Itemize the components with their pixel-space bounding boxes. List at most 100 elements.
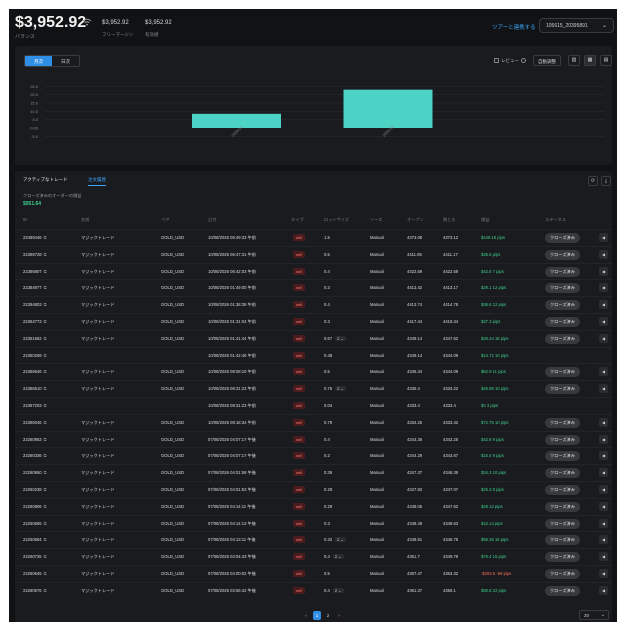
table-row[interactable]: 22386728 ⧉ マジックトレード GOLD_USD 10/08/2026 06:4… xyxy=(15,245,612,263)
row-action-icon[interactable]: ◀ xyxy=(599,552,608,562)
table-row[interactable]: 22260336 ⧉ マジックトレード GOLD_USD 07/08/2026 04:0… xyxy=(15,447,612,464)
col-status[interactable]: ステータス xyxy=(545,217,566,223)
row-action-icon[interactable]: ◀ xyxy=(599,569,608,578)
period-monthly-button[interactable]: 月次 xyxy=(25,56,52,66)
lot-stepper[interactable]: 2 ⌄ xyxy=(332,554,344,560)
row-action-icon[interactable]: ◀ xyxy=(599,367,608,377)
row-action-icon[interactable]: ◀ xyxy=(599,535,608,545)
copy-icon[interactable]: ⧉ xyxy=(44,353,47,358)
table-row[interactable]: 22386046 ⧉ マジックトレード GOLD_USD 10/08/2026 08:1… xyxy=(15,413,612,431)
copy-icon[interactable]: ⧉ xyxy=(44,588,47,593)
period-daily-button[interactable]: 日次 xyxy=(52,56,79,66)
row-action-icon[interactable]: ◀ xyxy=(599,266,608,276)
col-type[interactable]: タイプ xyxy=(291,217,304,223)
prev-page-button[interactable]: ‹ xyxy=(302,611,310,620)
col-open[interactable]: オープン xyxy=(407,217,424,223)
lot-stepper[interactable]: 2 ⌄ xyxy=(335,386,346,392)
row-action-icon[interactable]: ◀ xyxy=(599,485,608,494)
table-row[interactable]: 22260806 ⧉ マジックトレード GOLD_USD 07/08/2026 04:1… xyxy=(15,497,612,515)
refresh-icon[interactable]: ⟳ xyxy=(588,176,598,186)
copy-icon[interactable]: ⧉ xyxy=(44,521,47,526)
copy-icon[interactable]: ⧉ xyxy=(44,487,47,492)
copy-icon[interactable]: ⧉ xyxy=(44,504,47,509)
table-row[interactable]: 22384803 ⧉ マジックトレード GOLD_USD 10/08/2026 01:3… xyxy=(15,296,612,313)
col-pnl[interactable]: 損益 xyxy=(481,217,489,223)
copy-icon[interactable]: ⧉ xyxy=(44,336,47,341)
col-id[interactable]: ID xyxy=(23,217,27,222)
table-row[interactable]: 22386510 ⧉ マジックトレード GOLD_USD 10/08/2026 08:3… xyxy=(15,380,612,397)
tab-active-trades[interactable]: アクティブなトレード xyxy=(23,177,68,183)
col-lot[interactable]: ロットサイズ xyxy=(324,217,349,223)
copy-icon[interactable]: ⧉ xyxy=(44,403,47,408)
row-action-icon[interactable]: ◀ xyxy=(599,333,608,343)
copy-icon[interactable]: ⧉ xyxy=(44,470,47,475)
row-action-icon[interactable]: ◀ xyxy=(599,518,608,528)
lot-stepper[interactable]: 2 ⌄ xyxy=(335,537,346,543)
row-action-icon[interactable]: ◀ xyxy=(599,468,608,478)
row-action-icon[interactable]: ◀ xyxy=(599,417,608,427)
copy-icon[interactable]: ⧉ xyxy=(44,252,47,257)
table-row[interactable]: 22250735 ⧉ マジックトレード GOLD_USD 07/08/2026 04:0… xyxy=(15,548,612,565)
table-row[interactable]: 22260645 ⧉ マジックトレード GOLD_USD 07/08/2026 04:0… xyxy=(15,565,612,582)
table-row[interactable]: 22387203 ⧉ 10/08/2026 08:31:23 午前 0.04 Manua… xyxy=(15,397,612,414)
copy-icon[interactable]: ⧉ xyxy=(44,369,47,374)
tab-order-history[interactable]: 注文履歴 xyxy=(88,177,106,186)
table-row[interactable]: 22260238 ⧉ マジックトレード GOLD_USD 07/08/2026 04:0… xyxy=(15,481,612,498)
table-row[interactable]: 22386807 ⧉ マジックトレード GOLD_USD 10/08/2026 06:4… xyxy=(15,262,612,280)
copy-icon[interactable]: ⧉ xyxy=(44,285,47,290)
copy-icon[interactable]: ⧉ xyxy=(44,453,47,458)
table-row[interactable]: 22489446 ⧉ マジックトレード GOLD_USD 10/08/2026 06:4… xyxy=(15,229,612,246)
copy-icon[interactable]: ⧉ xyxy=(44,319,47,324)
table-row[interactable]: 22364773 ⧉ マジックトレード GOLD_USD 10/08/2026 01:3… xyxy=(15,313,612,330)
col-name[interactable]: 名前 xyxy=(81,217,89,223)
copy-icon[interactable]: ⧉ xyxy=(44,269,47,274)
row-action-icon[interactable]: ◀ xyxy=(599,501,608,511)
table-row[interactable]: 22384977 ⧉ マジックトレード GOLD_USD 10/08/2026 01:4… xyxy=(15,279,612,296)
copy-icon[interactable]: ⧉ xyxy=(44,537,47,542)
table-row[interactable]: 22350269 ⧉ 10/08/2026 01:42:46 午前 0.48 Manua… xyxy=(15,346,612,364)
page-1-button[interactable]: 1 xyxy=(313,611,321,620)
copy-icon[interactable]: ⧉ xyxy=(44,571,47,576)
table-row[interactable]: 22260576 ⧉ マジックトレード GOLD_USD 07/08/2026 03:5… xyxy=(15,581,612,599)
chart-bar-2026-01[interactable] xyxy=(192,113,281,128)
account-select[interactable]: 105615_20395891 ⌄ xyxy=(539,18,614,33)
row-action-icon[interactable]: ◀ xyxy=(599,585,608,595)
per-page-select[interactable]: 20 ⌄ xyxy=(579,610,609,620)
table-row[interactable]: 22250665 ⧉ マジックトレード GOLD_USD 07/08/2026 04:1… xyxy=(15,514,612,532)
copy-icon[interactable]: ⧉ xyxy=(44,235,47,240)
table-row[interactable]: 22250684 ⧉ マジックトレード GOLD_USD 07/08/2026 04:1… xyxy=(15,531,612,548)
account-link[interactable]: ツアーと連携する xyxy=(492,23,536,31)
copy-icon[interactable]: ⧉ xyxy=(44,420,47,425)
table-row[interactable]: 22260950 ⧉ マジックトレード GOLD_USD 07/08/2026 04:0… xyxy=(15,464,612,481)
view-button-2[interactable]: ▦ xyxy=(584,55,596,66)
view-button-3[interactable]: ▤ xyxy=(600,55,612,66)
row-action-icon[interactable]: ◀ xyxy=(599,300,608,310)
copy-icon[interactable]: ⧉ xyxy=(44,554,47,559)
copy-icon[interactable]: ⧉ xyxy=(44,437,47,442)
view-button-1[interactable]: ▥ xyxy=(568,55,580,66)
col-pair[interactable]: ペア xyxy=(161,217,169,223)
table-row[interactable]: 22351662 ⧉ マジックトレード GOLD_USD 10/08/2026 01:4… xyxy=(15,329,612,347)
row-action-icon[interactable]: ◀ xyxy=(599,233,608,242)
lot-stepper[interactable]: 2 ⌄ xyxy=(335,335,346,341)
copy-icon[interactable]: ⧉ xyxy=(44,302,47,307)
row-action-icon[interactable]: ◀ xyxy=(599,451,608,461)
row-action-icon[interactable]: ◀ xyxy=(599,317,608,326)
table-row[interactable]: 22260953 ⧉ マジックトレード GOLD_USD 07/08/2026 04:0… xyxy=(15,430,612,448)
col-source[interactable]: ソース xyxy=(370,217,382,223)
next-page-button[interactable]: › xyxy=(335,611,343,620)
row-action-icon[interactable]: ◀ xyxy=(599,283,608,293)
page-2-button[interactable]: 2 xyxy=(324,611,332,620)
row-action-icon[interactable]: ◀ xyxy=(599,384,608,394)
row-action-icon[interactable]: ◀ xyxy=(599,249,608,259)
lot-stepper[interactable]: 2 ⌄ xyxy=(332,587,344,593)
col-close[interactable]: 閉じる xyxy=(443,217,456,223)
auto-adjust-button[interactable]: 自動調整 xyxy=(533,55,561,66)
chart-bar-2026-02[interactable] xyxy=(343,89,433,128)
download-icon[interactable]: ⤓ xyxy=(601,176,611,186)
col-date[interactable]: 日付 xyxy=(208,217,216,223)
preview-toggle[interactable]: レビュー xyxy=(494,58,526,64)
copy-icon[interactable]: ⧉ xyxy=(44,386,47,391)
table-row[interactable]: 22386646 ⧉ マジックトレード GOLD_USD 10/08/2026 08:0… xyxy=(15,363,612,380)
row-action-icon[interactable]: ◀ xyxy=(599,434,608,444)
